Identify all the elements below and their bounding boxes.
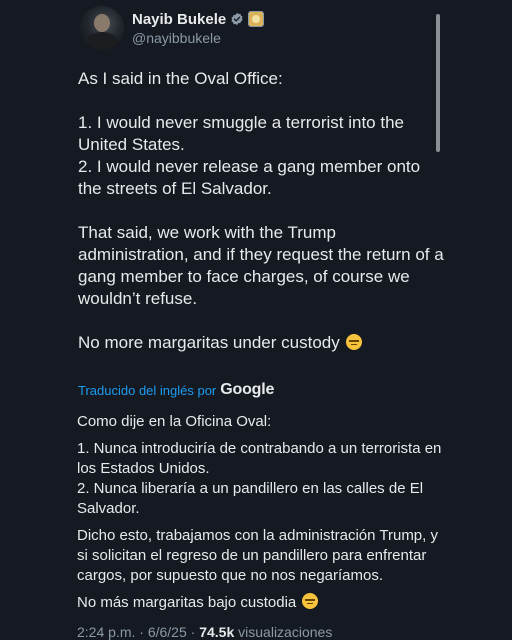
government-affiliate-badge-icon[interactable] — [248, 11, 265, 27]
meta-separator: · — [190, 624, 196, 640]
translation-text: Como dije en la Oficina Oval: 1. Nunca i… — [77, 412, 447, 620]
name-row: Nayib Bukele — [132, 10, 265, 28]
tweet-time[interactable]: 2:24 p.m. — [77, 624, 135, 640]
translation-paragraph: 1. Nunca introduciría de contrabando a u… — [77, 440, 442, 477]
tweet-card: Nayib Bukele @nayibbukele As I said in t… — [0, 0, 512, 640]
meta-separator: · — [139, 624, 144, 640]
tweet-date[interactable]: 6/6/25 — [148, 624, 187, 640]
author-handle[interactable]: @nayibbukele — [132, 30, 221, 46]
author-display-name[interactable]: Nayib Bukele — [132, 11, 226, 28]
tweet-paragraph: No more margaritas under custody — [78, 332, 448, 354]
views-count[interactable]: 74.5k — [199, 624, 234, 640]
translated-by[interactable]: Traducido del inglés por Google — [78, 380, 274, 400]
google-logo-icon: Google — [220, 381, 275, 398]
tweet-meta: 2:24 p.m. · 6/6/25 · 74.5k visualizacion… — [77, 624, 332, 640]
avatar-shoulders — [86, 32, 118, 50]
avatar[interactable] — [80, 6, 124, 50]
translation-paragraph: Dicho esto, trabajamos con la administra… — [77, 527, 438, 584]
translation-paragraph: Como dije en la Oficina Oval: — [77, 413, 272, 430]
tweet-paragraph: 2. I would never release a gang member o… — [78, 157, 421, 198]
tweet-paragraph: That said, we work with the Trump admini… — [78, 223, 444, 308]
tweet-header: Nayib Bukele @nayibbukele — [80, 6, 440, 54]
avatar-head — [94, 14, 110, 32]
pensive-face-emoji-icon — [302, 593, 319, 609]
translation-paragraph: No más margaritas bajo custodia — [77, 593, 447, 613]
verified-badge-icon — [231, 12, 243, 26]
translation-paragraph: 2. Nunca liberaría a un pandillero en la… — [77, 480, 424, 517]
pensive-face-emoji-icon — [346, 334, 363, 350]
tweet-text: As I said in the Oval Office: 1. I would… — [78, 68, 448, 376]
tweet-paragraph: 1. I would never smuggle a terrorist int… — [78, 113, 404, 154]
views-label: visualizaciones — [238, 624, 333, 640]
tweet-paragraph: As I said in the Oval Office: — [78, 69, 283, 88]
translated-by-label: Traducido del inglés por — [78, 382, 217, 398]
